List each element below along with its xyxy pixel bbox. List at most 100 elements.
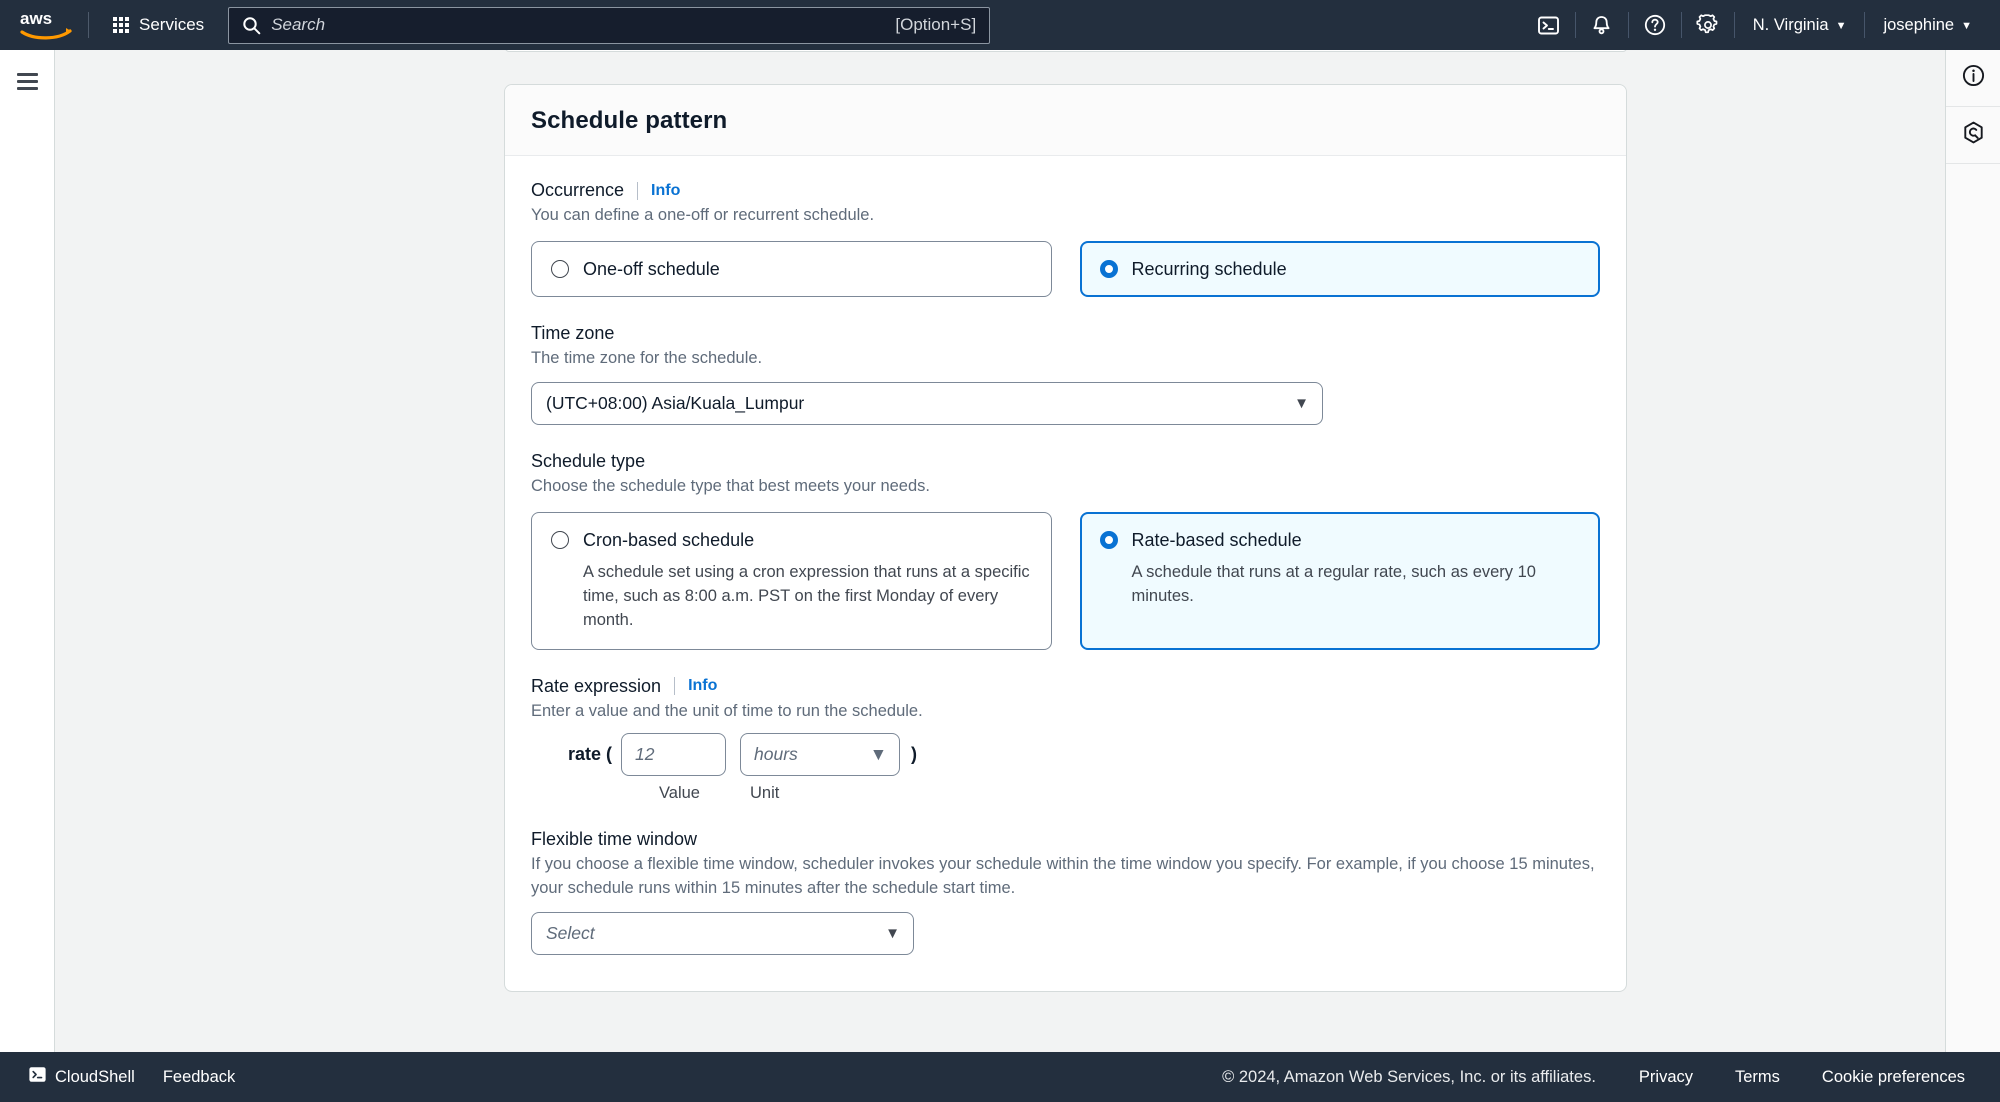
- hexagon-tools-icon: [1961, 120, 1986, 150]
- timezone-select[interactable]: (UTC+08:00) Asia/Kuala_Lumpur ▼: [531, 382, 1323, 426]
- feedback-label: Feedback: [162, 1067, 236, 1086]
- timezone-label: Time zone: [531, 323, 615, 344]
- schedule-pattern-card: Schedule pattern Occurrence Info You can…: [504, 84, 1627, 993]
- rate-unit-select[interactable]: hours ▼: [740, 733, 901, 777]
- chevron-down-icon: ▼: [1961, 19, 1972, 32]
- main-content-area: Schedule pattern Occurrence Info You can…: [56, 50, 1944, 1052]
- schedule-type-description: Choose the schedule type that best meets…: [531, 477, 930, 496]
- account-menu[interactable]: josephine ▼: [1865, 0, 1990, 50]
- occurrence-label: Occurrence: [531, 180, 625, 200]
- card-body: Occurrence Info You can define a one-off…: [505, 156, 1626, 991]
- region-label: N. Virginia: [1752, 15, 1829, 34]
- timezone-selected-value: (UTC+08:00) Asia/Kuala_Lumpur: [546, 393, 805, 414]
- timezone-description: The time zone for the schedule.: [531, 349, 763, 368]
- rate-sublabels: Value Unit: [531, 784, 1600, 803]
- rate-unit-sublabel: Unit: [750, 784, 780, 803]
- search-input[interactable]: Search [Option+S]: [228, 6, 991, 44]
- page-title: Schedule pattern: [531, 107, 728, 134]
- schedule-type-label: Schedule type: [531, 451, 646, 472]
- timezone-field: Time zone The time zone for the schedule…: [531, 323, 1600, 426]
- rate-expression-label-row: Rate expression Info: [531, 676, 1600, 697]
- radio-tile-cron-based-schedule[interactable]: Cron-based schedule A schedule set using…: [531, 512, 1052, 650]
- flexible-time-window-field: Flexible time window If you choose a fle…: [531, 829, 1600, 956]
- right-tools-rail: [1945, 50, 2000, 1052]
- services-label: Services: [139, 15, 205, 34]
- radio-tile-label: Cron-based schedule: [583, 530, 755, 551]
- cloudshell-button[interactable]: CloudShell: [14, 1052, 149, 1102]
- flexible-time-window-label: Flexible time window: [531, 829, 698, 850]
- chevron-down-icon: ▼: [869, 744, 888, 765]
- schedule-type-label-row: Schedule type: [531, 451, 1600, 472]
- aws-logo[interactable]: aws: [18, 9, 74, 41]
- flexible-time-window-label-row: Flexible time window: [531, 829, 1600, 850]
- cloudshell-label: CloudShell: [55, 1067, 135, 1086]
- schedule-type-field: Schedule type Choose the schedule type t…: [531, 451, 1600, 650]
- search-icon: [242, 16, 261, 35]
- cloudshell-icon[interactable]: [1523, 0, 1575, 50]
- timezone-label-row: Time zone: [531, 323, 1600, 344]
- radio-button-selected[interactable]: [1099, 531, 1118, 550]
- radio-tile-one-off-schedule[interactable]: One-off schedule: [531, 240, 1052, 298]
- rate-expression-info-link[interactable]: Info: [688, 677, 717, 695]
- radio-tile-description: A schedule set using a cron expression t…: [583, 562, 1030, 629]
- schedule-type-options: Cron-based schedule A schedule set using…: [531, 512, 1600, 650]
- region-selector[interactable]: N. Virginia ▼: [1735, 0, 1865, 50]
- radio-tile-description: A schedule that runs at a regular rate, …: [1131, 562, 1536, 605]
- rate-value-input[interactable]: 12: [621, 733, 727, 777]
- cookie-preferences-link[interactable]: Cookie preferences: [1801, 1068, 1986, 1087]
- radio-tile-label: Rate-based schedule: [1131, 530, 1302, 551]
- occurrence-field: Occurrence Info You can define a one-off…: [531, 180, 1600, 298]
- flexible-time-window-placeholder: Select: [546, 923, 595, 944]
- rate-unit-placeholder: hours: [754, 744, 798, 765]
- info-panel-toggle[interactable]: [1946, 50, 2000, 107]
- nav-right-group: N. Virginia ▼ josephine ▼: [1523, 0, 2000, 50]
- shortcuts-panel-toggle[interactable]: [1946, 107, 2000, 164]
- rate-value-sublabel: Value: [659, 784, 700, 803]
- rate-expression-row: rate ( 12 hours ▼ ): [531, 733, 1600, 777]
- rate-expression-description: Enter a value and the unit of time to ru…: [531, 701, 923, 720]
- previous-card-sliver: [505, 50, 1627, 52]
- cloudshell-icon: [28, 1065, 47, 1089]
- rate-suffix-text: ): [911, 744, 918, 765]
- rate-expression-field: Rate expression Info Enter a value and t…: [531, 676, 1600, 804]
- chevron-down-icon: ▼: [1835, 19, 1847, 32]
- top-navigation-bar: aws Services Search [Option+S] N. Virgin…: [0, 0, 2000, 50]
- help-question-icon[interactable]: [1629, 0, 1681, 50]
- rate-prefix-text: rate (: [568, 744, 613, 765]
- nav-divider: [88, 12, 89, 38]
- info-circle-icon: [1961, 63, 1986, 93]
- copyright-text: © 2024, Amazon Web Services, Inc. or its…: [1222, 1067, 1596, 1086]
- radio-tile-label: One-off schedule: [583, 258, 720, 279]
- notifications-bell-icon[interactable]: [1576, 0, 1628, 50]
- label-divider: [637, 181, 639, 200]
- radio-button-selected[interactable]: [1099, 259, 1118, 278]
- footer-right-group: © 2024, Amazon Web Services, Inc. or its…: [1222, 1068, 2000, 1087]
- radio-tile-label: Recurring schedule: [1131, 258, 1287, 279]
- occurrence-options: One-off schedule Recurring schedule: [531, 240, 1600, 298]
- occurrence-description: You can define a one-off or recurrent sc…: [531, 206, 875, 224]
- terms-link[interactable]: Terms: [1714, 1068, 1801, 1087]
- feedback-button[interactable]: Feedback: [149, 1052, 249, 1102]
- radio-tile-rate-based-schedule[interactable]: Rate-based schedule A schedule that runs…: [1079, 512, 1600, 650]
- radio-tile-recurring-schedule[interactable]: Recurring schedule: [1079, 240, 1600, 298]
- privacy-link[interactable]: Privacy: [1618, 1068, 1714, 1087]
- account-label: josephine: [1883, 15, 1955, 34]
- radio-button-unselected[interactable]: [551, 531, 569, 550]
- flexible-time-window-select[interactable]: Select ▼: [531, 912, 914, 956]
- occurrence-info-link[interactable]: Info: [651, 182, 680, 200]
- services-menu-button[interactable]: Services: [103, 8, 214, 42]
- footer-bar: CloudShell Feedback © 2024, Amazon Web S…: [0, 1052, 2000, 1102]
- occurrence-label-row: Occurrence Info: [531, 180, 1600, 201]
- grid-icon: [113, 17, 129, 33]
- flexible-time-window-description: If you choose a flexible time window, sc…: [531, 855, 1595, 898]
- footer-left-group: CloudShell Feedback: [14, 1052, 249, 1102]
- chevron-down-icon: ▼: [1294, 395, 1309, 413]
- radio-button-unselected[interactable]: [551, 259, 569, 278]
- settings-gear-icon[interactable]: [1682, 0, 1734, 50]
- chevron-down-icon: ▼: [885, 925, 900, 943]
- card-header: Schedule pattern: [505, 85, 1626, 156]
- hamburger-menu-icon[interactable]: [16, 73, 38, 90]
- search-shortcut-hint: [Option+S]: [895, 15, 977, 34]
- left-navigation-rail: [0, 50, 55, 1052]
- search-placeholder: Search: [271, 15, 326, 34]
